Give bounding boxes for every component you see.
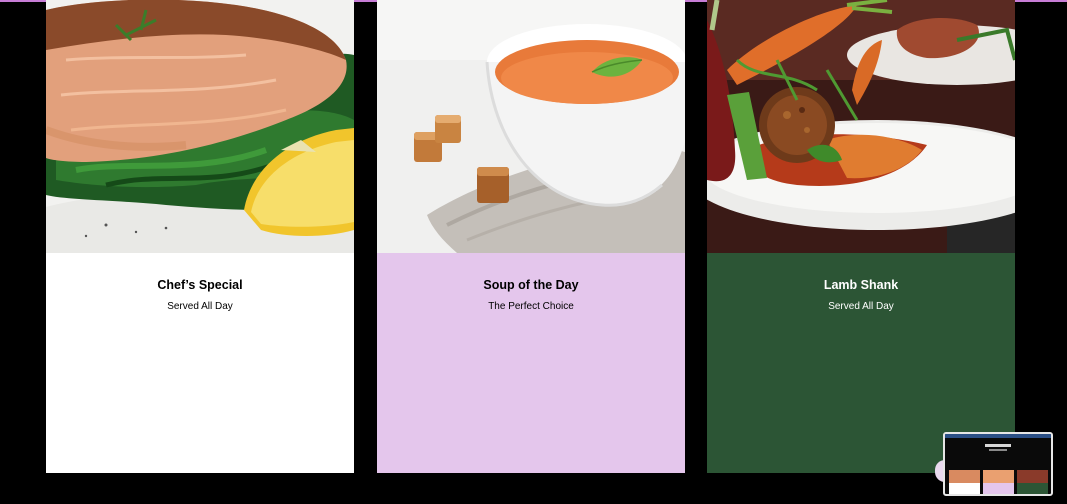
menu-card-soup-of-the-day[interactable]: Soup of the Day The Perfect Choice	[377, 0, 685, 473]
card-body: Soup of the Day The Perfect Choice	[377, 253, 685, 473]
card-body: Chef’s Special Served All Day	[46, 253, 354, 473]
menu-card-lamb-shank[interactable]: Lamb Shank Served All Day	[707, 0, 1015, 473]
menu-card-chefs-special[interactable]: Chef’s Special Served All Day	[46, 0, 354, 473]
salmon-dish-icon	[46, 0, 354, 253]
preview-card	[949, 470, 980, 494]
preview-card	[1017, 470, 1048, 494]
card-title: Lamb Shank	[823, 278, 899, 292]
page-preview-thumbnail[interactable]	[943, 432, 1053, 496]
preview-subtitle-line	[989, 449, 1007, 451]
preview-header-bar	[945, 434, 1051, 438]
card-subtitle: Served All Day	[828, 301, 894, 312]
card-title: Chef’s Special	[157, 278, 243, 292]
preview-title-line	[985, 444, 1011, 447]
lamb-plate-icon	[707, 0, 1015, 253]
card-subtitle: Served All Day	[167, 301, 233, 312]
preview-card	[983, 470, 1014, 494]
card-subtitle: The Perfect Choice	[488, 301, 574, 312]
card-title: Soup of the Day	[483, 278, 579, 292]
soup-bowl-icon	[377, 0, 685, 253]
